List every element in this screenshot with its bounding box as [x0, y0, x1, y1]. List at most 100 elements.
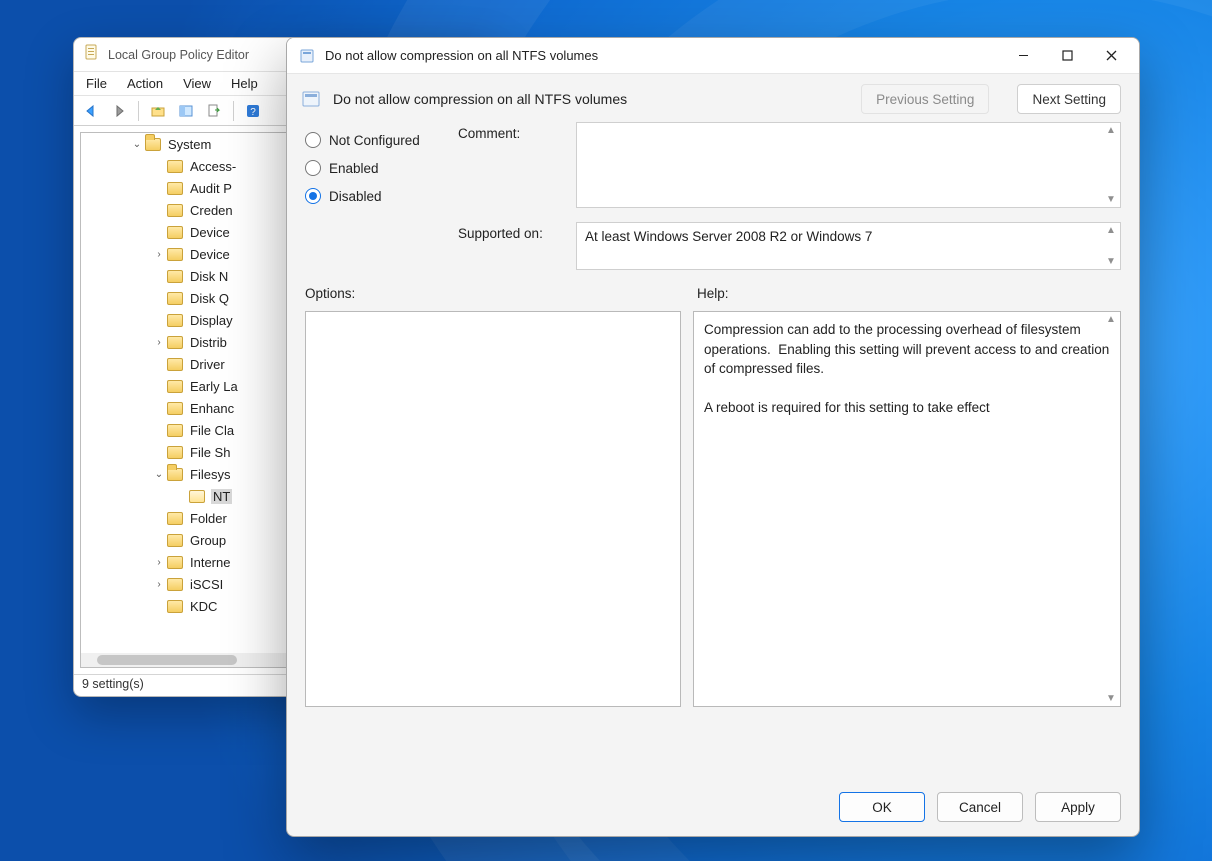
scroll-up-icon: ▲ — [1104, 225, 1118, 236]
tree-node-label: Device — [189, 225, 231, 240]
tree-node-label: NT — [211, 489, 232, 504]
folder-icon — [167, 380, 183, 393]
toolbar-up-folder-button[interactable] — [147, 100, 169, 122]
radio-label: Enabled — [329, 161, 379, 176]
chevron-none-icon: · — [151, 315, 167, 326]
tree-node-label: Distrib — [189, 335, 228, 350]
policy-titlebar[interactable]: Do not allow compression on all NTFS vol… — [287, 38, 1139, 74]
scroll-down-icon: ▼ — [1104, 693, 1118, 704]
policy-header-icon — [301, 88, 323, 110]
menu-action[interactable]: Action — [127, 76, 163, 91]
chevron-none-icon: · — [151, 381, 167, 392]
ok-button[interactable]: OK — [839, 792, 925, 822]
radio-icon — [305, 132, 321, 148]
folder-icon — [167, 446, 183, 459]
cancel-button[interactable]: Cancel — [937, 792, 1023, 822]
previous-setting-button[interactable]: Previous Setting — [861, 84, 989, 114]
next-setting-button[interactable]: Next Setting — [1017, 84, 1121, 114]
toolbar-forward-button[interactable] — [108, 100, 130, 122]
chevron-none-icon: · — [173, 491, 189, 502]
menu-file[interactable]: File — [86, 76, 107, 91]
scroll-down-icon: ▼ — [1104, 256, 1118, 267]
tree-node-label: Enhanc — [189, 401, 235, 416]
tree-node-label: Filesys — [189, 467, 231, 482]
supported-on-text: At least Windows Server 2008 R2 or Windo… — [577, 223, 1120, 250]
policy-window-title: Do not allow compression on all NTFS vol… — [325, 48, 1001, 63]
window-close-button[interactable] — [1089, 41, 1133, 71]
help-label: Help: — [697, 286, 729, 301]
folder-icon — [167, 556, 183, 569]
menu-view[interactable]: View — [183, 76, 211, 91]
window-minimize-button[interactable] — [1001, 41, 1045, 71]
chevron-right-icon[interactable]: › — [151, 249, 167, 260]
radio-label: Disabled — [329, 189, 382, 204]
tree-node-label: Device — [189, 247, 231, 262]
folder-icon — [167, 248, 183, 261]
gpedit-app-icon — [84, 44, 100, 65]
tree-node-label: File Sh — [189, 445, 231, 460]
radio-icon — [305, 160, 321, 176]
scroll-up-icon: ▲ — [1104, 125, 1118, 136]
help-pane: Compression can add to the processing ov… — [693, 311, 1121, 707]
folder-icon — [145, 138, 161, 151]
policy-dialog: Do not allow compression on all NTFS vol… — [286, 37, 1140, 837]
chevron-right-icon[interactable]: › — [151, 579, 167, 590]
chevron-none-icon: · — [151, 271, 167, 282]
toolbar-separator — [233, 101, 234, 121]
tree-node-label: Display — [189, 313, 234, 328]
toolbar-back-button[interactable] — [80, 100, 102, 122]
folder-icon — [167, 512, 183, 525]
folder-icon — [167, 358, 183, 371]
tree-node-label: Disk N — [189, 269, 229, 284]
folder-icon — [167, 468, 183, 481]
radio-not-configured[interactable]: Not Configured — [305, 132, 440, 148]
tree-node-label: KDC — [189, 599, 218, 614]
radio-enabled[interactable]: Enabled — [305, 160, 440, 176]
radio-disabled[interactable]: Disabled — [305, 188, 440, 204]
chevron-down-icon[interactable]: ⌄ — [129, 139, 145, 150]
chevron-down-icon[interactable]: ⌄ — [151, 469, 167, 480]
radio-icon — [305, 188, 321, 204]
folder-icon — [167, 402, 183, 415]
tree-node-label: Access- — [189, 159, 237, 174]
help-text: Compression can add to the processing ov… — [694, 312, 1120, 426]
help-scrollbar[interactable]: ▲ ▼ — [1104, 314, 1118, 704]
tree-node-label: Disk Q — [189, 291, 230, 306]
folder-icon — [167, 314, 183, 327]
toolbar-export-button[interactable] — [203, 100, 225, 122]
options-pane — [305, 311, 681, 707]
toolbar-help-button[interactable]: ? — [242, 100, 264, 122]
supported-on-label: Supported on: — [458, 222, 558, 241]
policy-window-icon — [299, 47, 317, 65]
folder-icon — [167, 160, 183, 173]
supported-scrollbar[interactable]: ▲ ▼ — [1104, 225, 1118, 267]
toolbar-separator — [138, 101, 139, 121]
radio-label: Not Configured — [329, 133, 420, 148]
tree-node-label: Creden — [189, 203, 234, 218]
folder-icon — [189, 490, 205, 503]
supported-on-textbox: At least Windows Server 2008 R2 or Windo… — [576, 222, 1121, 270]
folder-icon — [167, 270, 183, 283]
folder-icon — [167, 204, 183, 217]
policy-state-radios: Not Configured Enabled Disabled — [305, 122, 440, 270]
menu-help[interactable]: Help — [231, 76, 258, 91]
window-maximize-button[interactable] — [1045, 41, 1089, 71]
toolbar-show-pane-button[interactable] — [175, 100, 197, 122]
tree-node-label: System — [167, 137, 212, 152]
chevron-none-icon: · — [151, 535, 167, 546]
chevron-right-icon[interactable]: › — [151, 337, 167, 348]
chevron-none-icon: · — [151, 227, 167, 238]
comment-scrollbar[interactable]: ▲ ▼ — [1104, 125, 1118, 205]
tree-node-label: Folder — [189, 511, 228, 526]
folder-icon — [167, 226, 183, 239]
chevron-none-icon: · — [151, 293, 167, 304]
chevron-none-icon: · — [151, 403, 167, 414]
tree-node-label: Driver — [189, 357, 226, 372]
tree-node-label: Early La — [189, 379, 239, 394]
comment-textbox[interactable]: ▲ ▼ — [576, 122, 1121, 208]
tree-node-label: Audit P — [189, 181, 233, 196]
chevron-right-icon[interactable]: › — [151, 557, 167, 568]
folder-icon — [167, 292, 183, 305]
apply-button[interactable]: Apply — [1035, 792, 1121, 822]
policy-header-title: Do not allow compression on all NTFS vol… — [333, 91, 851, 107]
